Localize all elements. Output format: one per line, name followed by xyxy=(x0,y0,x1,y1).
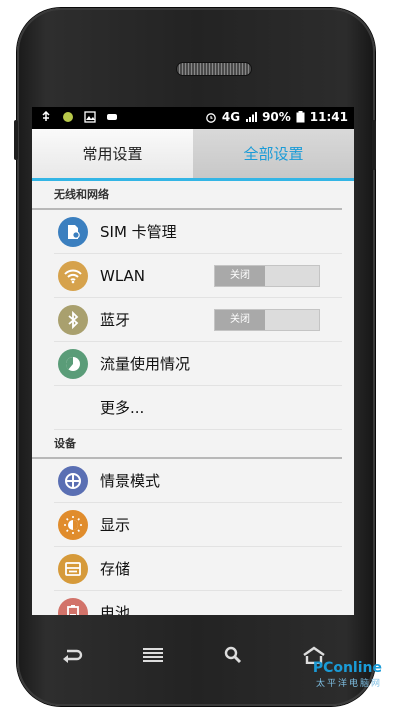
back-icon xyxy=(63,649,83,663)
volume-button xyxy=(14,120,18,160)
display-icon xyxy=(58,509,88,540)
settings-item-label: 显示 xyxy=(100,516,131,534)
app-notification-icon xyxy=(63,112,73,122)
section-header-device: 设备 xyxy=(32,430,342,459)
search-icon xyxy=(225,646,242,664)
usb-icon xyxy=(42,111,50,121)
toggle-state: 关闭 xyxy=(215,266,265,286)
settings-item-bluetooth[interactable]: 蓝牙 关闭 xyxy=(54,298,342,342)
clock: 11:41 xyxy=(309,110,348,124)
settings-item-label: SIM 卡管理 xyxy=(100,223,177,241)
bluetooth-toggle[interactable]: 关闭 xyxy=(214,309,320,331)
menu-button[interactable] xyxy=(133,640,173,670)
settings-item-label: 电池 xyxy=(100,604,131,615)
bluetooth-icon xyxy=(58,304,88,335)
menu-icon xyxy=(142,648,163,662)
settings-item-label: 情景模式 xyxy=(100,472,161,490)
settings-item-more[interactable]: 更多... xyxy=(54,386,342,430)
settings-item-profile[interactable]: 情景模式 xyxy=(54,459,342,503)
image-icon xyxy=(84,111,96,123)
network-type: 4G xyxy=(221,110,241,124)
settings-item-label: 存储 xyxy=(100,560,131,578)
settings-item-storage[interactable]: 存储 xyxy=(54,547,342,591)
wifi-icon xyxy=(58,260,88,291)
settings-item-battery[interactable]: 电池 xyxy=(54,591,342,615)
alarm-icon xyxy=(206,113,216,123)
battery-icon xyxy=(296,111,305,123)
search-button[interactable] xyxy=(213,640,253,670)
watermark-subtitle: 太平洋电脑网 xyxy=(315,679,382,689)
settings-item-label: 蓝牙 xyxy=(100,311,131,329)
settings-item-data-usage[interactable]: 流量使用情况 xyxy=(54,342,342,386)
settings-item-wlan[interactable]: WLAN 关闭 xyxy=(54,254,342,298)
screen: 4G 90% 11:41 常用设置 全部设置 无线和网络 SIM 卡管理 WLA… xyxy=(32,107,354,615)
navigation-bar xyxy=(32,630,354,680)
back-button[interactable] xyxy=(52,640,92,670)
message-icon xyxy=(107,114,117,120)
tab-all-settings[interactable]: 全部设置 xyxy=(193,129,354,178)
speaker-grille xyxy=(177,63,251,75)
tab-common-settings[interactable]: 常用设置 xyxy=(32,129,193,178)
profile-icon xyxy=(58,465,88,496)
settings-item-label: WLAN xyxy=(100,266,146,285)
settings-tabs: 常用设置 全部设置 xyxy=(32,129,354,181)
battery-icon xyxy=(58,597,88,615)
settings-item-display[interactable]: 显示 xyxy=(54,503,342,547)
sim-card-icon xyxy=(58,216,88,247)
settings-item-label: 更多... xyxy=(100,399,145,417)
signal-icon xyxy=(246,112,258,122)
storage-icon xyxy=(58,553,88,584)
settings-item-label: 流量使用情况 xyxy=(100,355,191,373)
watermark: PConline 太平洋电脑网 xyxy=(313,660,382,689)
watermark-brand: PConline xyxy=(312,660,382,676)
status-bar: 4G 90% 11:41 xyxy=(32,107,354,129)
toggle-state: 关闭 xyxy=(215,310,265,330)
wlan-toggle[interactable]: 关闭 xyxy=(214,265,320,287)
settings-item-sim[interactable]: SIM 卡管理 xyxy=(54,210,342,254)
battery-percent: 90% xyxy=(262,110,291,124)
power-button xyxy=(372,120,376,170)
section-header-wireless: 无线和网络 xyxy=(32,181,342,210)
data-usage-icon xyxy=(58,348,88,379)
